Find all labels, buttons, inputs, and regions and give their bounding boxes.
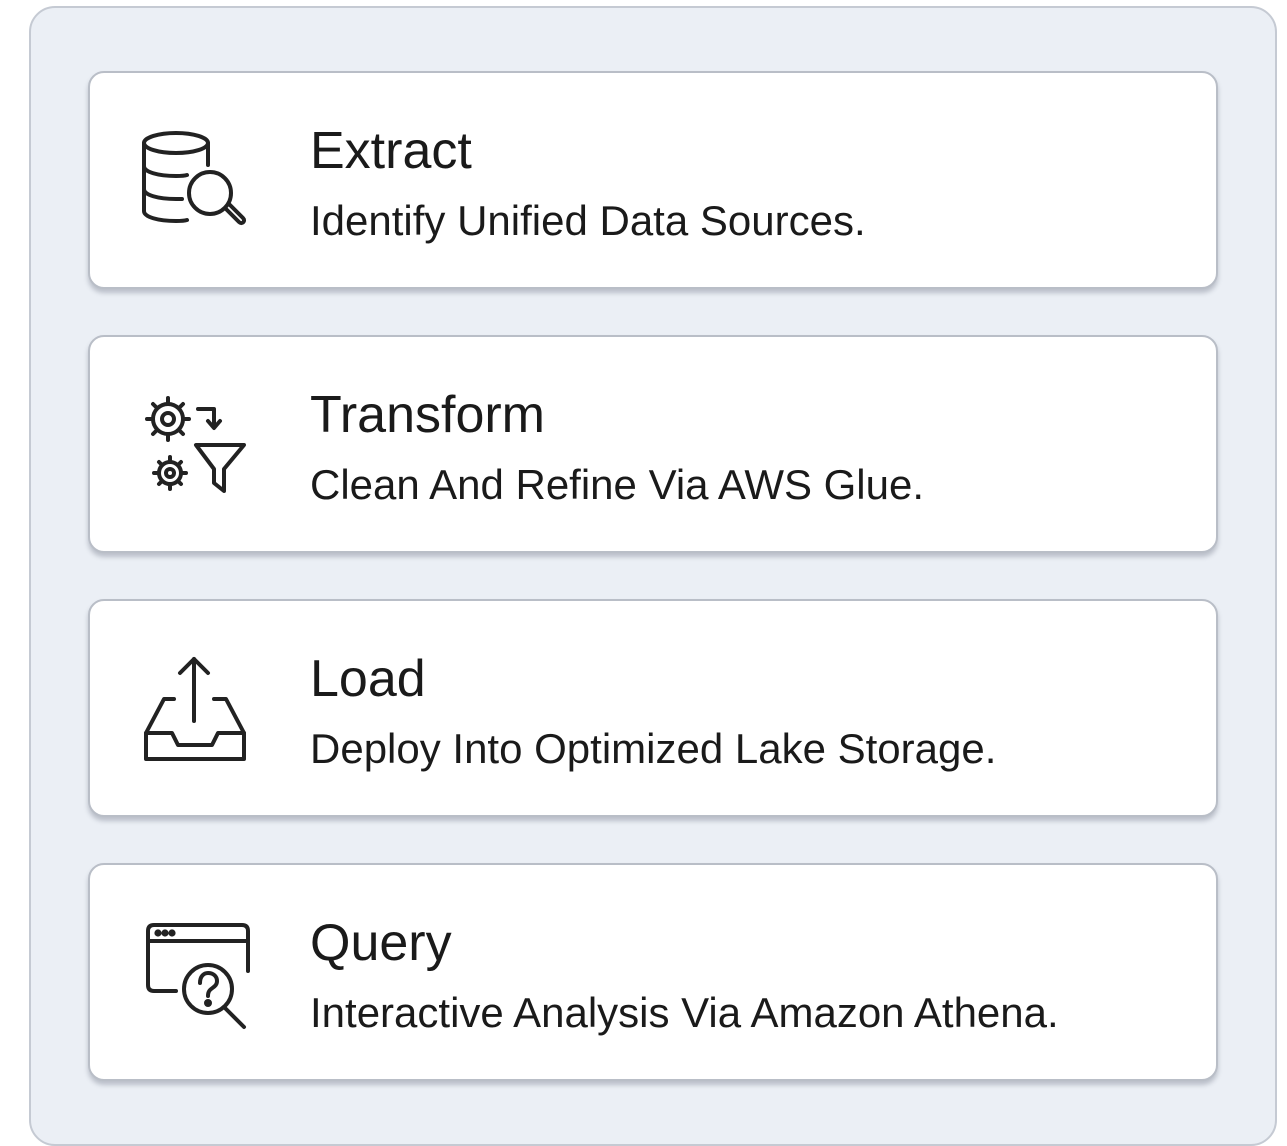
step-description: Clean And Refine Via AWS Glue. [310, 461, 925, 508]
tray-upload-icon [136, 651, 256, 771]
step-description: Deploy Into Optimized Lake Storage. [310, 725, 997, 772]
step-title: Load [310, 650, 426, 708]
step-card-load: Load Deploy Into Optimized Lake Storage. [88, 599, 1218, 817]
window-query-icon [136, 915, 256, 1035]
step-title: Extract [310, 122, 472, 180]
step-title: Query [310, 914, 452, 972]
step-title: Transform [310, 386, 545, 444]
step-card-extract: Extract Identify Unified Data Sources. [88, 71, 1218, 289]
step-description: Interactive Analysis Via Amazon Athena. [310, 989, 1059, 1036]
step-description: Identify Unified Data Sources. [310, 197, 866, 244]
gears-filter-icon [136, 387, 256, 507]
database-search-icon [136, 123, 256, 243]
step-card-query: Query Interactive Analysis Via Amazon At… [88, 863, 1218, 1081]
step-card-transform: Transform Clean And Refine Via AWS Glue. [88, 335, 1218, 553]
